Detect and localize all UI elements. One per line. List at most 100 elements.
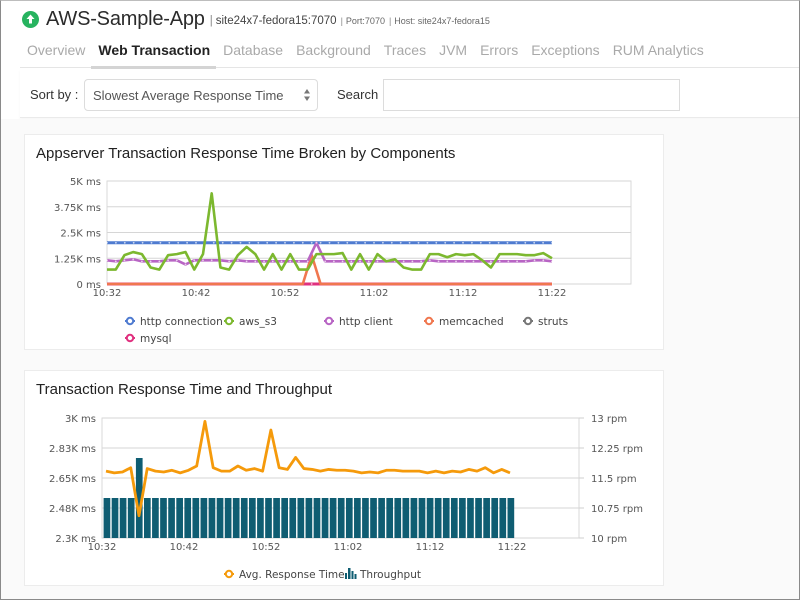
x-tick-label: 10:32 xyxy=(88,542,117,553)
y-right-tick-label: 13 rpm xyxy=(591,414,627,425)
data-point xyxy=(132,241,135,244)
legend-item[interactable]: struts xyxy=(523,316,568,328)
data-point xyxy=(364,241,366,244)
data-point xyxy=(202,259,204,262)
throughput-bar xyxy=(240,498,248,538)
throughput-bar xyxy=(418,498,426,538)
legend-label: mysql xyxy=(140,333,172,345)
throughput-bar xyxy=(434,498,442,538)
legend-item[interactable]: http connection xyxy=(125,316,223,328)
throughput-bar xyxy=(184,498,192,538)
data-point xyxy=(426,241,429,244)
legend-marker-icon xyxy=(125,333,135,343)
data-point xyxy=(417,241,420,244)
throughput-bar xyxy=(313,498,321,538)
tab-web-transaction[interactable]: Web Transaction xyxy=(91,38,216,69)
throughput-bar xyxy=(281,498,289,538)
data-point xyxy=(186,241,189,244)
data-point xyxy=(341,260,344,263)
x-tick-label: 10:52 xyxy=(271,288,300,299)
legend-item[interactable]: http client xyxy=(324,316,393,328)
throughput-bar xyxy=(426,498,434,538)
search-input[interactable] xyxy=(383,79,680,111)
data-point xyxy=(266,241,269,244)
data-point xyxy=(315,241,318,244)
throughput-bar xyxy=(200,498,208,538)
data-point xyxy=(319,241,322,244)
data-point xyxy=(428,259,431,262)
data-point xyxy=(390,241,393,244)
tab-rum-analytics[interactable]: RUM Analytics xyxy=(606,38,710,68)
data-point xyxy=(472,260,475,263)
data-point xyxy=(463,260,466,263)
throughput-bar xyxy=(467,498,474,538)
data-point xyxy=(497,241,500,244)
data-point xyxy=(236,259,239,262)
data-point xyxy=(355,241,358,244)
data-point xyxy=(533,241,536,244)
legend-label: memcached xyxy=(439,316,504,328)
legend-item[interactable]: memcached xyxy=(424,316,504,328)
legend-item[interactable]: Avg. Response Time xyxy=(224,569,345,581)
tab-traces[interactable]: Traces xyxy=(377,38,432,68)
throughput-bar xyxy=(337,498,345,538)
data-point xyxy=(168,241,171,244)
legend-label: http connection xyxy=(140,316,223,328)
data-point xyxy=(280,260,283,263)
x-tick-label: 11:02 xyxy=(334,542,363,553)
tab-exceptions[interactable]: Exceptions xyxy=(524,38,605,68)
throughput-bar xyxy=(378,498,385,538)
data-point xyxy=(490,260,492,263)
data-point xyxy=(367,260,370,263)
data-point xyxy=(212,241,215,244)
legend-item[interactable]: Throughput xyxy=(345,568,421,581)
data-point xyxy=(471,241,473,244)
data-point xyxy=(515,241,518,244)
sort-select[interactable]: Slowest Average Response Time xyxy=(84,79,318,111)
throughput-bar xyxy=(249,498,256,538)
y-tick-label: 3.75K ms xyxy=(54,203,101,214)
throughput-bar xyxy=(208,498,216,538)
throughput-bar xyxy=(386,498,394,538)
legend-item[interactable]: mysql xyxy=(125,333,172,345)
tab-jvm[interactable]: JVM xyxy=(432,38,473,68)
x-tick-label: 11:02 xyxy=(360,288,389,299)
data-point xyxy=(167,259,169,262)
throughput-bar xyxy=(345,498,353,538)
app-port: | Port:7070 xyxy=(340,16,385,26)
data-point xyxy=(284,241,286,244)
data-point xyxy=(542,259,545,262)
legend-item[interactable]: aws_s3 xyxy=(224,316,277,328)
data-point xyxy=(248,241,251,244)
data-point xyxy=(382,241,384,244)
tab-background[interactable]: Background xyxy=(289,38,377,68)
throughput-bar xyxy=(329,498,337,538)
tab-database[interactable]: Database xyxy=(216,38,289,68)
data-point xyxy=(444,241,447,244)
data-point xyxy=(337,241,340,244)
throughput-bar xyxy=(297,498,305,538)
data-point xyxy=(306,260,309,263)
legend-marker-icon xyxy=(324,316,334,326)
throughput-bar xyxy=(152,498,159,538)
data-point xyxy=(453,241,455,244)
legend-label: Throughput xyxy=(359,569,421,581)
data-point xyxy=(373,241,375,244)
data-point xyxy=(420,260,423,263)
throughput-bar xyxy=(370,498,377,538)
tab-errors[interactable]: Errors xyxy=(473,38,524,68)
data-point xyxy=(159,241,162,244)
throughput-bar xyxy=(305,498,313,538)
tab-overview[interactable]: Overview xyxy=(20,38,91,68)
y-tick-label: 5K ms xyxy=(70,177,101,188)
data-point xyxy=(184,263,187,266)
throughput-bar xyxy=(257,498,264,538)
data-point xyxy=(551,241,553,244)
data-point xyxy=(263,260,265,263)
data-point xyxy=(446,260,449,263)
y-right-tick-label: 10.75 rpm xyxy=(591,504,643,515)
data-point xyxy=(479,241,482,244)
data-point xyxy=(301,241,304,244)
throughput-bar xyxy=(507,498,515,538)
app-header: AWS-Sample-App | site24x7-fedora15:7070 |… xyxy=(0,0,800,118)
